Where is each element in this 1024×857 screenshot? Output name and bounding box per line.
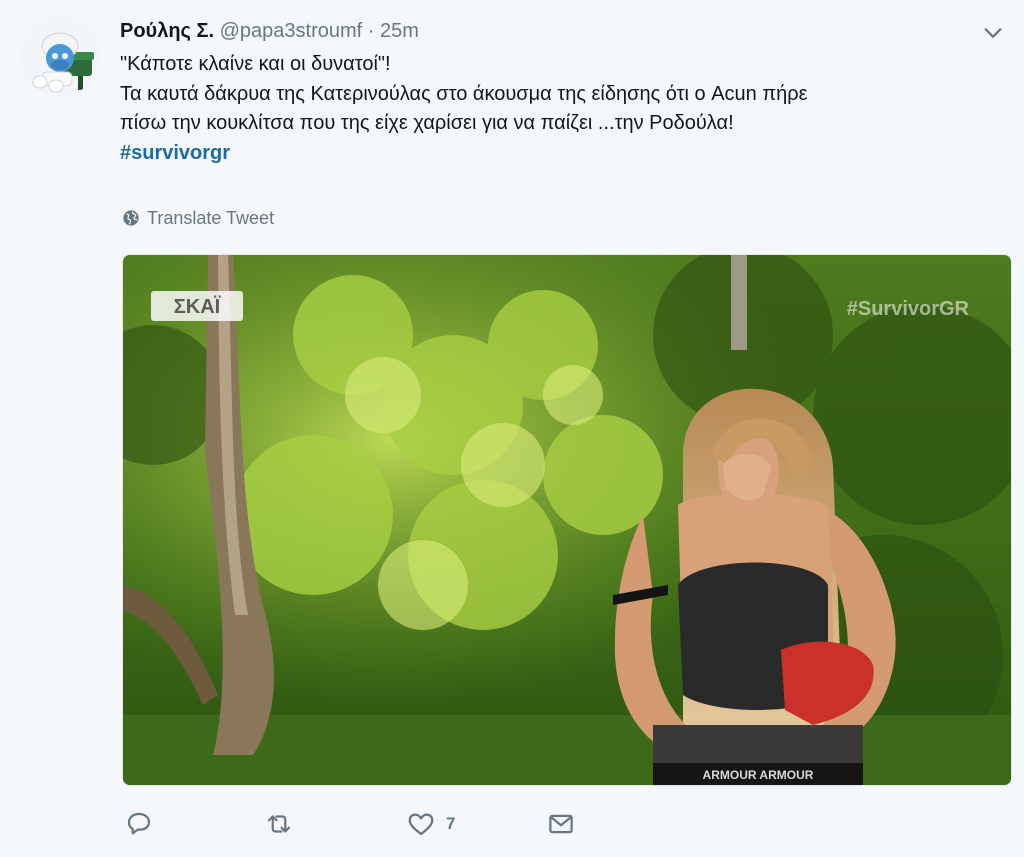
envelope-icon	[549, 814, 573, 834]
hashtag-link[interactable]: #survivorgr	[120, 139, 1005, 169]
heart-icon	[408, 813, 434, 836]
direct-message-button[interactable]	[546, 808, 576, 840]
translate-label: Translate Tweet	[147, 207, 275, 228]
tweet-text-line: πίσω την κουκλίτσα που της είχε χαρίσει …	[120, 112, 734, 134]
channel-logo: ΣΚΑΪ	[174, 295, 221, 318]
tweet-photo[interactable]: ΣΚΑΪ #SurvivorGR ARMOUR ARMOUR	[122, 254, 1012, 786]
tweet-header: Ρούλης Σ. @papa3stroumf · 25m	[120, 18, 419, 44]
tweet-text: "Κάποτε κλαίνε και οι δυνατοί"! Τα καυτά…	[120, 50, 1005, 168]
reply-button[interactable]	[124, 808, 154, 840]
like-button[interactable]: 7	[406, 808, 455, 840]
author-handle[interactable]: @papa3stroumf	[220, 20, 363, 42]
author-name[interactable]: Ρούλης Σ.	[120, 20, 214, 42]
retweet-icon	[267, 815, 291, 833]
timestamp[interactable]: 25m	[380, 20, 419, 42]
avatar[interactable]	[20, 16, 100, 96]
separator-dot: ·	[367, 20, 375, 42]
retweet-button[interactable]	[264, 808, 294, 840]
chevron-down-icon[interactable]	[982, 22, 1004, 44]
smurf-avatar-image	[20, 16, 100, 96]
watermark-text: #SurvivorGR	[847, 298, 970, 320]
reply-icon	[127, 812, 151, 835]
like-count: 7	[446, 814, 456, 833]
tweet-card[interactable]: Ρούλης Σ. @papa3stroumf · 25m "Κάποτε κλ…	[0, 0, 1024, 857]
globe-icon	[123, 210, 139, 226]
tweet-text-line: Τα καυτά δάκρυα της Κατερινούλας στο άκο…	[120, 82, 808, 105]
photo-scene: ΣΚΑΪ #SurvivorGR ARMOUR ARMOUR	[123, 255, 1011, 785]
shorts-band-text: ARMOUR ARMOUR	[703, 768, 814, 782]
tweet-text-line: "Κάποτε κλαίνε και οι δυνατοί"!	[120, 53, 391, 75]
translate-tweet-link[interactable]: Translate Tweet	[122, 206, 274, 230]
